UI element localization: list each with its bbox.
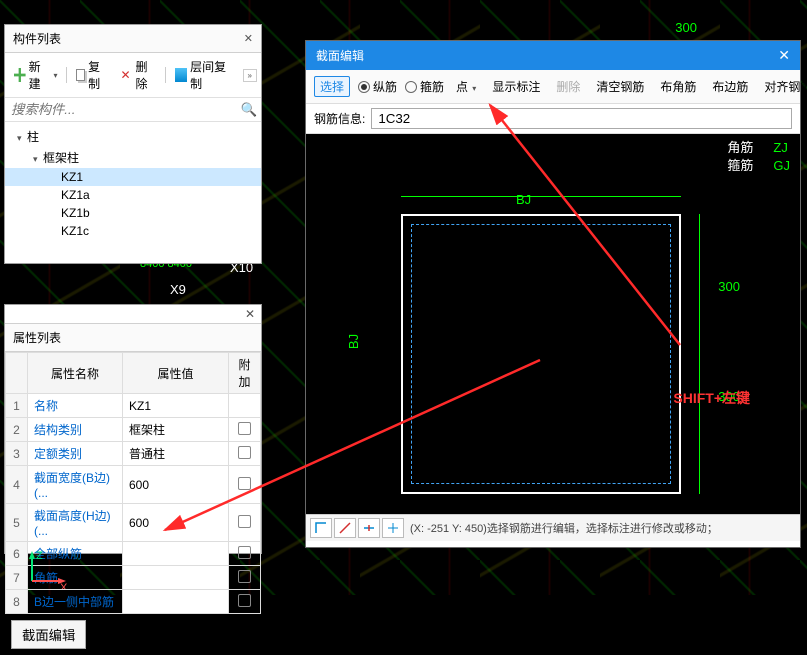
cad-dim: 300 [675, 20, 697, 35]
table-row[interactable]: 3定额类别普通柱 [6, 442, 261, 466]
table-row[interactable]: 2结构类别框架柱 [6, 418, 261, 442]
point-button[interactable]: 点 ▾ [452, 76, 480, 97]
properties-panel: ✕ 属性列表 属性名称 属性值 附加 1名称KZ12结构类别框架柱3定额类别普通… [4, 304, 262, 554]
svg-text:Z: Z [36, 550, 43, 562]
row-num: 1 [6, 394, 28, 418]
components-toolbar: 新建▾ 复制 ✕删除 层间复制 » [5, 53, 261, 98]
edge-button[interactable]: 布边筋 [708, 76, 752, 97]
axis-indicator: Z X [24, 549, 72, 589]
rebar-info-input[interactable] [371, 108, 792, 129]
prop-extra[interactable] [229, 590, 261, 614]
close-icon[interactable]: ✕ [778, 47, 790, 64]
prop-value[interactable]: 框架柱 [123, 418, 229, 442]
row-num: 5 [6, 504, 28, 542]
status-text: (X: -251 Y: 450)选择钢筋进行编辑，选择标注进行修改或移动； [406, 520, 796, 536]
prop-value[interactable]: KZ1 [123, 394, 229, 418]
tree-item-kz1a[interactable]: KZ1a [5, 186, 261, 204]
snap-icon-3[interactable] [358, 518, 380, 538]
tree-node-frame-column[interactable]: ▾框架柱 [5, 147, 261, 168]
dim-line-h [401, 196, 681, 197]
row-num: 3 [6, 442, 28, 466]
legend: 角筋ZJ 箍筋GJ [727, 139, 790, 175]
prop-name: 截面宽度(B边)(... [28, 466, 123, 504]
longitudinal-radio[interactable]: 纵筋 [358, 78, 397, 95]
svg-text:X: X [60, 582, 68, 589]
row-num: 8 [6, 590, 28, 614]
dim-line-v [699, 214, 700, 494]
prop-extra[interactable] [229, 466, 261, 504]
section-editor: 截面编辑 ✕ 选择 纵筋 箍筋 点 ▾ 显示标注 删除 清空钢筋 布角筋 布边筋… [305, 40, 801, 548]
prop-extra[interactable] [229, 442, 261, 466]
shift-hint: SHIFT+左键 [673, 388, 750, 408]
prop-value[interactable]: 普通柱 [123, 442, 229, 466]
search-input[interactable] [5, 98, 237, 121]
editor-title: 截面编辑 [316, 47, 364, 64]
select-button[interactable]: 选择 [314, 76, 350, 97]
section-edit-button[interactable]: 截面编辑 [11, 620, 86, 649]
row-num: 4 [6, 466, 28, 504]
component-tree: ▾柱 ▾框架柱 KZ1 KZ1a KZ1b KZ1c [5, 122, 261, 282]
inner-rect [411, 224, 671, 484]
bj-left-label: BJ [346, 334, 361, 349]
table-row[interactable]: 5截面高度(H边)(...600 [6, 504, 261, 542]
rebar-info-label: 钢筋信息: [314, 110, 365, 127]
section-canvas[interactable]: 角筋ZJ 箍筋GJ BJ BJ 300 300 SHIFT+左键 [306, 134, 800, 514]
tree-item-kz1b[interactable]: KZ1b [5, 204, 261, 222]
components-panel-title: 构件列表 [13, 30, 61, 47]
prop-extra[interactable] [229, 542, 261, 566]
close-icon[interactable]: ✕ [244, 32, 253, 45]
prop-value[interactable] [123, 542, 229, 566]
dim-300-top: 300 [718, 279, 740, 294]
delete-button[interactable]: ✕删除 [116, 56, 162, 94]
row-num: 2 [6, 418, 28, 442]
prop-value[interactable]: 600 [123, 504, 229, 542]
status-bar: (X: -251 Y: 450)选择钢筋进行编辑，选择标注进行修改或移动； [306, 514, 800, 541]
prop-value[interactable] [123, 566, 229, 590]
show-label-button[interactable]: 显示标注 [488, 76, 544, 97]
editor-toolbar: 选择 纵筋 箍筋 点 ▾ 显示标注 删除 清空钢筋 布角筋 布边筋 对齐钢筋 [306, 70, 800, 104]
snap-icon-2[interactable] [334, 518, 356, 538]
prop-extra[interactable] [229, 504, 261, 542]
col-value: 属性值 [123, 353, 229, 394]
search-icon[interactable]: 🔍 [237, 98, 261, 121]
new-button[interactable]: 新建▾ [9, 56, 62, 94]
prop-extra[interactable] [229, 418, 261, 442]
table-row[interactable]: 1名称KZ1 [6, 394, 261, 418]
prop-value[interactable] [123, 590, 229, 614]
corner-button[interactable]: 布角筋 [656, 76, 700, 97]
table-row[interactable]: 4截面宽度(B边)(...600 [6, 466, 261, 504]
snap-icon-1[interactable] [310, 518, 332, 538]
table-row[interactable]: 8B边一侧中部筋 [6, 590, 261, 614]
properties-panel-title: 属性列表 [13, 329, 61, 346]
prop-extra[interactable] [229, 394, 261, 418]
prop-name: 截面高度(H边)(... [28, 504, 123, 542]
col-name: 属性名称 [28, 353, 123, 394]
bj-top-label: BJ [516, 192, 531, 207]
prop-name: 结构类别 [28, 418, 123, 442]
prop-name: B边一侧中部筋 [28, 590, 123, 614]
col-extra: 附加 [229, 353, 261, 394]
delete-button[interactable]: 删除 [552, 76, 584, 97]
snap-icon-4[interactable] [382, 518, 404, 538]
tree-node-column[interactable]: ▾柱 [5, 126, 261, 147]
clear-button[interactable]: 清空钢筋 [592, 76, 648, 97]
floor-copy-button[interactable]: 层间复制 [170, 56, 237, 94]
prop-value[interactable]: 600 [123, 466, 229, 504]
tree-item-kz1[interactable]: KZ1 [5, 168, 261, 186]
tree-item-kz1c[interactable]: KZ1c [5, 222, 261, 240]
components-panel: 构件列表 ✕ 新建▾ 复制 ✕删除 层间复制 » 🔍 ▾柱 ▾框架柱 KZ1 K… [4, 24, 262, 264]
close-icon[interactable]: ✕ [5, 305, 261, 324]
prop-extra[interactable] [229, 566, 261, 590]
prop-name: 定额类别 [28, 442, 123, 466]
prop-name: 名称 [28, 394, 123, 418]
align-button[interactable]: 对齐钢筋 [760, 76, 807, 97]
stirrup-radio[interactable]: 箍筋 [405, 78, 444, 95]
toolbar-more-icon[interactable]: » [243, 69, 257, 82]
copy-button[interactable]: 复制 [71, 56, 113, 94]
cad-x9: X9 [170, 282, 186, 297]
